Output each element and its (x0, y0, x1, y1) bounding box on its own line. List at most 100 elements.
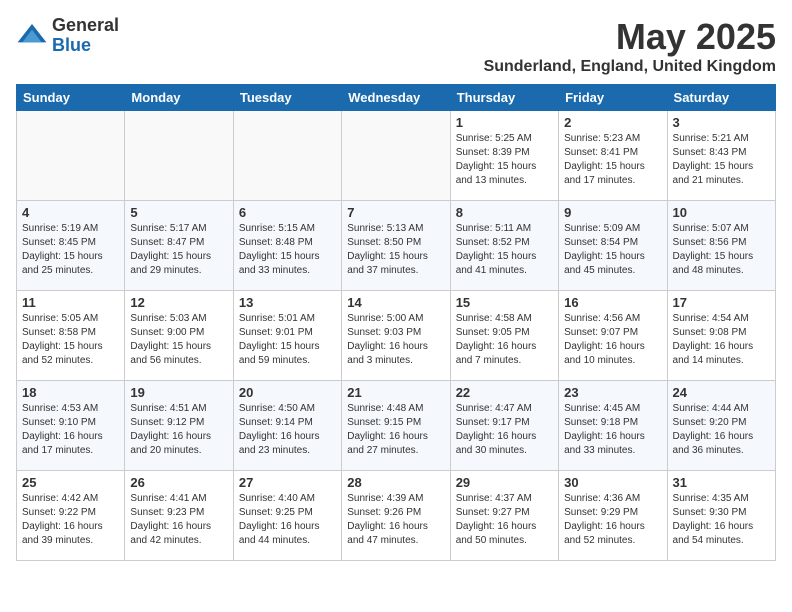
calendar-cell: 23Sunrise: 4:45 AMSunset: 9:18 PMDayligh… (559, 381, 667, 471)
day-info: Sunrise: 5:13 AMSunset: 8:50 PMDaylight:… (347, 222, 444, 278)
day-number: 31 (673, 475, 770, 490)
calendar-subtitle: Sunderland, England, United Kingdom (484, 58, 776, 76)
day-number: 15 (456, 295, 553, 310)
day-number: 22 (456, 385, 553, 400)
day-number: 7 (347, 205, 444, 220)
calendar-cell: 29 Sunrise: 4:37 AMSunset: 9:27 PMDayligh… (450, 471, 558, 561)
calendar-cell: 30 Sunrise: 4:36 AMSunset: 9:29 PMDayligh… (559, 471, 667, 561)
calendar-cell: 25Sunrise: 4:42 AMSunset: 9:22 PMDayligh… (17, 471, 125, 561)
day-info: Sunrise: 4:50 AMSunset: 9:14 PMDaylight:… (239, 402, 336, 458)
calendar-cell: 11 Sunrise: 5:05 AMSunset: 8:58 PMDayligh… (17, 291, 125, 381)
day-info: Sunrise: 4:53 AMSunset: 9:10 PMDaylight:… (22, 402, 119, 458)
weekday-header-monday: Monday (125, 85, 233, 111)
day-number: 9 (564, 205, 661, 220)
day-number: 14 (347, 295, 444, 310)
calendar-cell: 4 Sunrise: 5:19 AMSunset: 8:45 PMDaylight… (17, 201, 125, 291)
day-number: 30 (564, 475, 661, 490)
header: General Blue May 2025 Sunderland, Englan… (16, 16, 776, 76)
logo-blue-text: Blue (52, 36, 119, 56)
calendar-cell: 21Sunrise: 4:48 AMSunset: 9:15 PMDayligh… (342, 381, 450, 471)
calendar-cell: 14 Sunrise: 5:00 AMSunset: 9:03 PMDayligh… (342, 291, 450, 381)
calendar-cell: 24 Sunrise: 4:44 AMSunset: 9:20 PMDayligh… (667, 381, 775, 471)
day-info: Sunrise: 5:19 AMSunset: 8:45 PMDaylight:… (22, 222, 119, 278)
calendar-cell: 17Sunrise: 4:54 AMSunset: 9:08 PMDayligh… (667, 291, 775, 381)
day-number: 16 (564, 295, 661, 310)
day-info: Sunrise: 4:47 AMSunset: 9:17 PMDaylight:… (456, 402, 553, 458)
day-number: 12 (130, 295, 227, 310)
day-info: Sunrise: 5:07 AMSunset: 8:56 PMDaylight:… (673, 222, 770, 278)
day-info: Sunrise: 4:40 AMSunset: 9:25 PMDaylight:… (239, 492, 336, 548)
calendar-title: May 2025 (484, 16, 776, 58)
day-info: Sunrise: 5:25 AMSunset: 8:39 PMDaylight:… (456, 132, 553, 188)
weekday-header-sunday: Sunday (17, 85, 125, 111)
calendar-cell: 19Sunrise: 4:51 AMSunset: 9:12 PMDayligh… (125, 381, 233, 471)
day-number: 1 (456, 115, 553, 130)
calendar-cell: 22 Sunrise: 4:47 AMSunset: 9:17 PMDayligh… (450, 381, 558, 471)
weekday-header-wednesday: Wednesday (342, 85, 450, 111)
day-info: Sunrise: 4:41 AMSunset: 9:23 PMDaylight:… (130, 492, 227, 548)
weekday-header-friday: Friday (559, 85, 667, 111)
calendar-cell: 27 Sunrise: 4:40 AMSunset: 9:25 PMDayligh… (233, 471, 341, 561)
day-info: Sunrise: 5:15 AMSunset: 8:48 PMDaylight:… (239, 222, 336, 278)
day-number: 29 (456, 475, 553, 490)
calendar-row-5: 25Sunrise: 4:42 AMSunset: 9:22 PMDayligh… (17, 471, 776, 561)
day-info: Sunrise: 5:03 AMSunset: 9:00 PMDaylight:… (130, 312, 227, 368)
calendar-cell: 12 Sunrise: 5:03 AMSunset: 9:00 PMDayligh… (125, 291, 233, 381)
day-number: 10 (673, 205, 770, 220)
day-info: Sunrise: 5:00 AMSunset: 9:03 PMDaylight:… (347, 312, 444, 368)
day-number: 21 (347, 385, 444, 400)
logo: General Blue (16, 16, 119, 56)
day-info: Sunrise: 5:05 AMSunset: 8:58 PMDaylight:… (22, 312, 119, 368)
calendar-cell (17, 111, 125, 201)
weekday-header-thursday: Thursday (450, 85, 558, 111)
calendar-cell: 1 Sunrise: 5:25 AMSunset: 8:39 PMDaylight… (450, 111, 558, 201)
day-number: 6 (239, 205, 336, 220)
day-info: Sunrise: 4:37 AMSunset: 9:27 PMDaylight:… (456, 492, 553, 548)
calendar-table: SundayMondayTuesdayWednesdayThursdayFrid… (16, 84, 776, 561)
day-number: 27 (239, 475, 336, 490)
day-number: 4 (22, 205, 119, 220)
day-info: Sunrise: 5:09 AMSunset: 8:54 PMDaylight:… (564, 222, 661, 278)
day-number: 13 (239, 295, 336, 310)
day-number: 28 (347, 475, 444, 490)
calendar-cell: 31 Sunrise: 4:35 AMSunset: 9:30 PMDayligh… (667, 471, 775, 561)
calendar-row-2: 4 Sunrise: 5:19 AMSunset: 8:45 PMDaylight… (17, 201, 776, 291)
day-info: Sunrise: 4:36 AMSunset: 9:29 PMDaylight:… (564, 492, 661, 548)
day-number: 8 (456, 205, 553, 220)
calendar-cell: 2Sunrise: 5:23 AMSunset: 8:41 PMDaylight… (559, 111, 667, 201)
day-info: Sunrise: 4:39 AMSunset: 9:26 PMDaylight:… (347, 492, 444, 548)
day-info: Sunrise: 5:11 AMSunset: 8:52 PMDaylight:… (456, 222, 553, 278)
calendar-cell: 18Sunrise: 4:53 AMSunset: 9:10 PMDayligh… (17, 381, 125, 471)
calendar-cell: 26Sunrise: 4:41 AMSunset: 9:23 PMDayligh… (125, 471, 233, 561)
day-info: Sunrise: 5:01 AMSunset: 9:01 PMDaylight:… (239, 312, 336, 368)
day-info: Sunrise: 5:23 AMSunset: 8:41 PMDaylight:… (564, 132, 661, 188)
day-number: 24 (673, 385, 770, 400)
day-number: 11 (22, 295, 119, 310)
day-info: Sunrise: 4:35 AMSunset: 9:30 PMDaylight:… (673, 492, 770, 548)
calendar-cell (342, 111, 450, 201)
day-number: 23 (564, 385, 661, 400)
day-info: Sunrise: 4:51 AMSunset: 9:12 PMDaylight:… (130, 402, 227, 458)
day-number: 25 (22, 475, 119, 490)
day-number: 3 (673, 115, 770, 130)
calendar-cell: 13 Sunrise: 5:01 AMSunset: 9:01 PMDayligh… (233, 291, 341, 381)
day-info: Sunrise: 4:56 AMSunset: 9:07 PMDaylight:… (564, 312, 661, 368)
calendar-cell: 8 Sunrise: 5:11 AMSunset: 8:52 PMDaylight… (450, 201, 558, 291)
calendar-cell: 20 Sunrise: 4:50 AMSunset: 9:14 PMDayligh… (233, 381, 341, 471)
calendar-cell: 16 Sunrise: 4:56 AMSunset: 9:07 PMDayligh… (559, 291, 667, 381)
day-info: Sunrise: 4:58 AMSunset: 9:05 PMDaylight:… (456, 312, 553, 368)
calendar-cell: 10 Sunrise: 5:07 AMSunset: 8:56 PMDayligh… (667, 201, 775, 291)
calendar-cell: 3Sunrise: 5:21 AMSunset: 8:43 PMDaylight… (667, 111, 775, 201)
weekday-header-row: SundayMondayTuesdayWednesdayThursdayFrid… (17, 85, 776, 111)
calendar-cell: 5Sunrise: 5:17 AMSunset: 8:47 PMDaylight… (125, 201, 233, 291)
calendar-cell: 15 Sunrise: 4:58 AMSunset: 9:05 PMDayligh… (450, 291, 558, 381)
logo-icon (16, 20, 48, 52)
day-info: Sunrise: 4:54 AMSunset: 9:08 PMDaylight:… (673, 312, 770, 368)
weekday-header-saturday: Saturday (667, 85, 775, 111)
day-info: Sunrise: 5:17 AMSunset: 8:47 PMDaylight:… (130, 222, 227, 278)
day-number: 20 (239, 385, 336, 400)
day-info: Sunrise: 4:44 AMSunset: 9:20 PMDaylight:… (673, 402, 770, 458)
title-area: May 2025 Sunderland, England, United Kin… (484, 16, 776, 76)
calendar-row-1: 1 Sunrise: 5:25 AMSunset: 8:39 PMDaylight… (17, 111, 776, 201)
calendar-cell: 9 Sunrise: 5:09 AMSunset: 8:54 PMDaylight… (559, 201, 667, 291)
